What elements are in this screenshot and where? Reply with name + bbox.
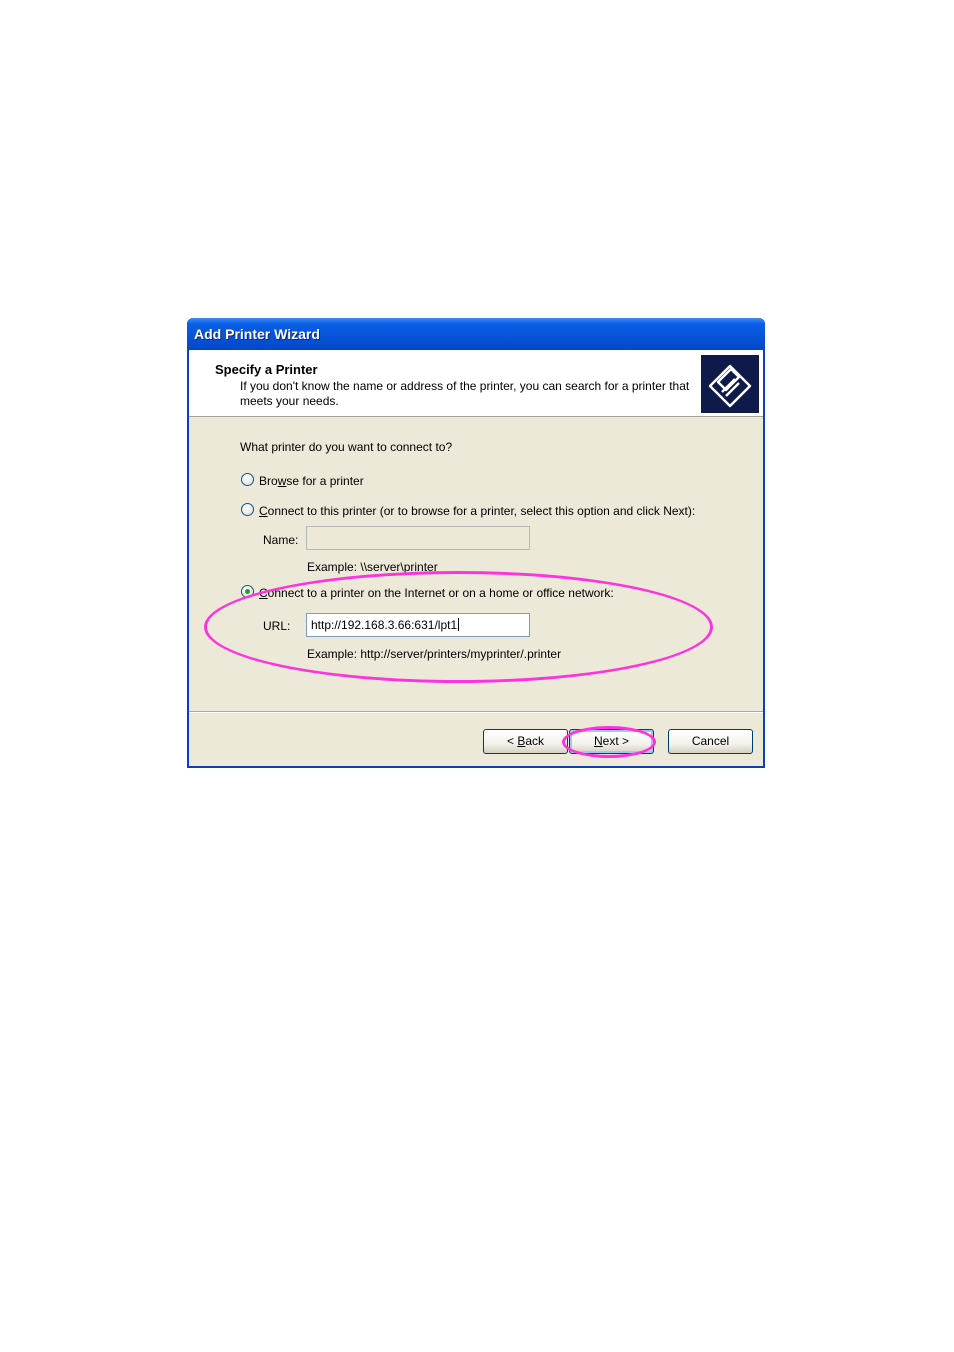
printer-wizard-icon bbox=[701, 355, 759, 413]
connect-to-printer-label[interactable]: Connect to this printer (or to browse fo… bbox=[259, 504, 695, 518]
name-label: Name: bbox=[263, 533, 299, 547]
title-bar[interactable]: Add Printer Wizard bbox=[187, 318, 765, 350]
internet-printer-label[interactable]: Connect to a printer on the Internet or … bbox=[259, 586, 614, 600]
text-caret bbox=[458, 618, 460, 631]
window-title: Add Printer Wizard bbox=[194, 326, 320, 342]
url-example: Example: http://server/printers/myprinte… bbox=[307, 647, 562, 661]
page-description: If you don't know the name or address of… bbox=[240, 379, 690, 408]
question-label: What printer do you want to connect to? bbox=[240, 440, 453, 454]
connect-to-printer-radio[interactable] bbox=[241, 503, 254, 516]
next-button[interactable]: Next > bbox=[569, 729, 654, 754]
wizard-header: Specify a Printer If you don't know the … bbox=[189, 350, 763, 417]
name-example: Example: \\server\printer bbox=[307, 560, 438, 574]
footer-separator bbox=[189, 711, 763, 713]
browse-option-label[interactable]: Browse for a printer bbox=[259, 474, 364, 488]
add-printer-wizard-dialog: Add Printer Wizard Specify a Printer If … bbox=[187, 318, 765, 768]
back-button[interactable]: < Back bbox=[483, 729, 568, 754]
page-title: Specify a Printer bbox=[215, 362, 318, 377]
url-input[interactable]: http://192.168.3.66:631/lpt1 bbox=[306, 613, 530, 637]
cancel-button[interactable]: Cancel bbox=[668, 729, 753, 754]
name-input[interactable] bbox=[306, 526, 530, 550]
browse-radio[interactable] bbox=[241, 473, 254, 486]
url-label: URL: bbox=[263, 619, 291, 633]
internet-printer-radio[interactable] bbox=[241, 585, 254, 598]
